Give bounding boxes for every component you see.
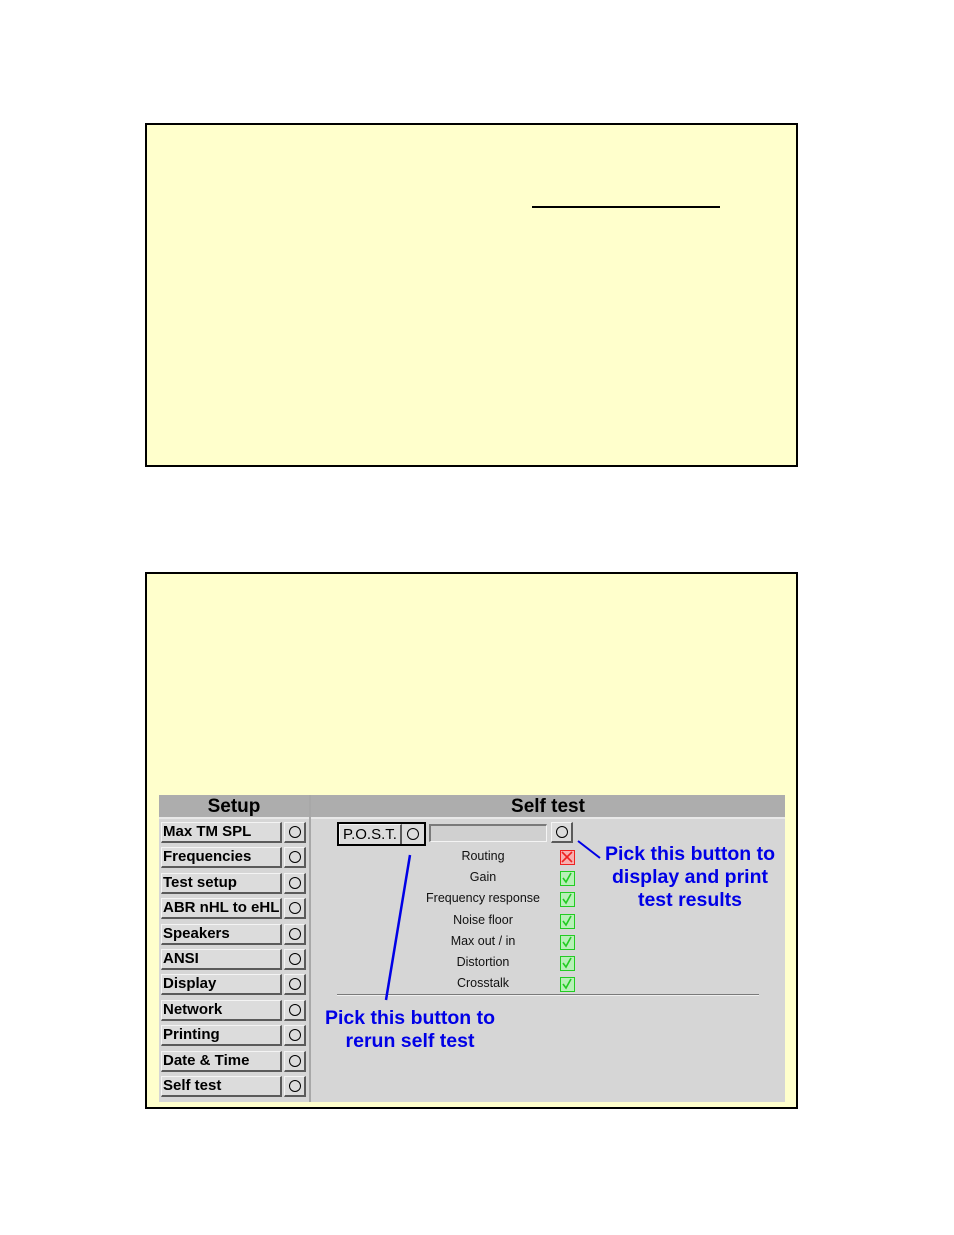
pass-check-icon (560, 913, 575, 929)
setup-item-radio-button[interactable] (284, 1075, 306, 1097)
test-name: Frequency response (426, 891, 540, 906)
setup-item-radio-button[interactable] (284, 923, 306, 945)
pass-check-icon (560, 934, 575, 950)
setup-item[interactable]: Display (161, 974, 309, 996)
setup-item-label[interactable]: ABR nHL to eHL (161, 898, 282, 920)
setup-item-radio-button[interactable] (284, 948, 306, 970)
setup-item-label[interactable]: Speakers (161, 923, 282, 945)
setup-item-label[interactable]: Test setup (161, 872, 282, 894)
setup-item-label[interactable]: ANSI (161, 948, 282, 970)
test-name: Max out / in (450, 933, 516, 948)
radio-circle-icon (288, 1054, 301, 1067)
post-button-label: P.O.S.T. (339, 824, 402, 844)
setup-item-label[interactable]: Self test (161, 1075, 282, 1097)
setup-item-radio-button[interactable] (284, 1050, 306, 1072)
setup-screen-screenshot: Setup Max TM SPL Frequencies Test setup ABR… (159, 795, 785, 1102)
radio-circle-icon (288, 851, 301, 864)
pass-check-icon (560, 871, 575, 887)
setup-item[interactable]: Network (161, 999, 309, 1021)
fail-x-icon (560, 850, 575, 865)
test-result-row: Routing (411, 847, 581, 868)
test-result-row: Frequency response (411, 889, 581, 910)
setup-item-radio-button[interactable] (284, 999, 306, 1021)
radio-circle-icon (555, 826, 568, 838)
setup-item[interactable]: Speakers (161, 923, 309, 945)
test-name: Gain (469, 870, 497, 885)
self-test-progress-field (429, 824, 547, 842)
test-result-row: Max out / in (411, 932, 581, 953)
setup-item[interactable]: Max TM SPL (161, 822, 309, 843)
radio-circle-icon (288, 927, 301, 940)
setup-item-radio-button[interactable] (284, 847, 306, 869)
test-name: Crosstalk (456, 976, 510, 991)
setup-item-radio-button[interactable] (284, 974, 306, 996)
test-name: Routing (461, 849, 505, 863)
setup-item[interactable]: ANSI (161, 948, 309, 970)
radio-circle-icon (288, 1029, 301, 1042)
self-test-header: Self test (311, 795, 785, 819)
test-result-row: Distortion (411, 953, 581, 974)
test-result-row: Gain (411, 868, 581, 889)
setup-item-label[interactable]: Display (161, 974, 282, 996)
section-divider (337, 994, 759, 996)
setup-menu-list: Max TM SPL Frequencies Test setup ABR nHL t… (161, 822, 309, 1101)
test-result-row: Crosstalk (411, 974, 581, 995)
test-name: Noise floor (453, 912, 513, 927)
radio-circle-icon (288, 826, 301, 838)
setup-item[interactable]: ABR nHL to eHL (161, 898, 309, 920)
setup-item-radio-button[interactable] (284, 872, 306, 894)
pass-check-icon (560, 955, 575, 971)
setup-item[interactable]: Test setup (161, 872, 309, 894)
setup-item-label[interactable]: Frequencies (161, 847, 282, 869)
pass-check-icon (560, 892, 575, 908)
setup-header: Setup (159, 795, 309, 819)
post-button[interactable]: P.O.S.T. (337, 822, 426, 846)
self-test-column: Self test P.O.S.T. Routing Gain Frequency … (311, 795, 785, 1102)
top-slide-box (145, 123, 798, 467)
radio-circle-icon (288, 978, 301, 991)
test-result-row: Noise floor (411, 911, 581, 932)
radio-circle-icon (288, 876, 301, 889)
setup-item-radio-button[interactable] (284, 1025, 306, 1047)
setup-item-radio-button[interactable] (284, 898, 306, 920)
pass-check-icon (560, 977, 575, 993)
setup-item[interactable]: Date & Time (161, 1050, 309, 1072)
post-radio-button[interactable] (402, 824, 424, 844)
setup-item[interactable]: Printing (161, 1025, 309, 1047)
setup-item-label[interactable]: Max TM SPL (161, 822, 282, 843)
setup-item-label[interactable]: Printing (161, 1025, 282, 1047)
setup-item[interactable]: Self test (161, 1075, 309, 1097)
setup-column: Setup Max TM SPL Frequencies Test setup ABR… (159, 795, 311, 1102)
test-results-list: Routing Gain Frequency response Noise floor… (411, 847, 581, 995)
top-underline-rule (532, 206, 720, 208)
radio-circle-icon (288, 1079, 301, 1092)
radio-circle-icon (288, 902, 301, 915)
annotation-results-button: Pick this button to display and print te… (604, 843, 776, 911)
radio-circle-icon (288, 1003, 301, 1016)
setup-item-label[interactable]: Network (161, 999, 282, 1021)
test-name: Distortion (456, 954, 510, 969)
display-print-results-button[interactable] (551, 822, 573, 843)
radio-circle-icon (406, 828, 419, 840)
radio-circle-icon (288, 952, 301, 965)
setup-item-label[interactable]: Date & Time (161, 1050, 282, 1072)
setup-item-radio-button[interactable] (284, 822, 306, 843)
annotation-rerun-button: Pick this button to rerun self test (324, 1007, 496, 1052)
setup-item[interactable]: Frequencies (161, 847, 309, 869)
